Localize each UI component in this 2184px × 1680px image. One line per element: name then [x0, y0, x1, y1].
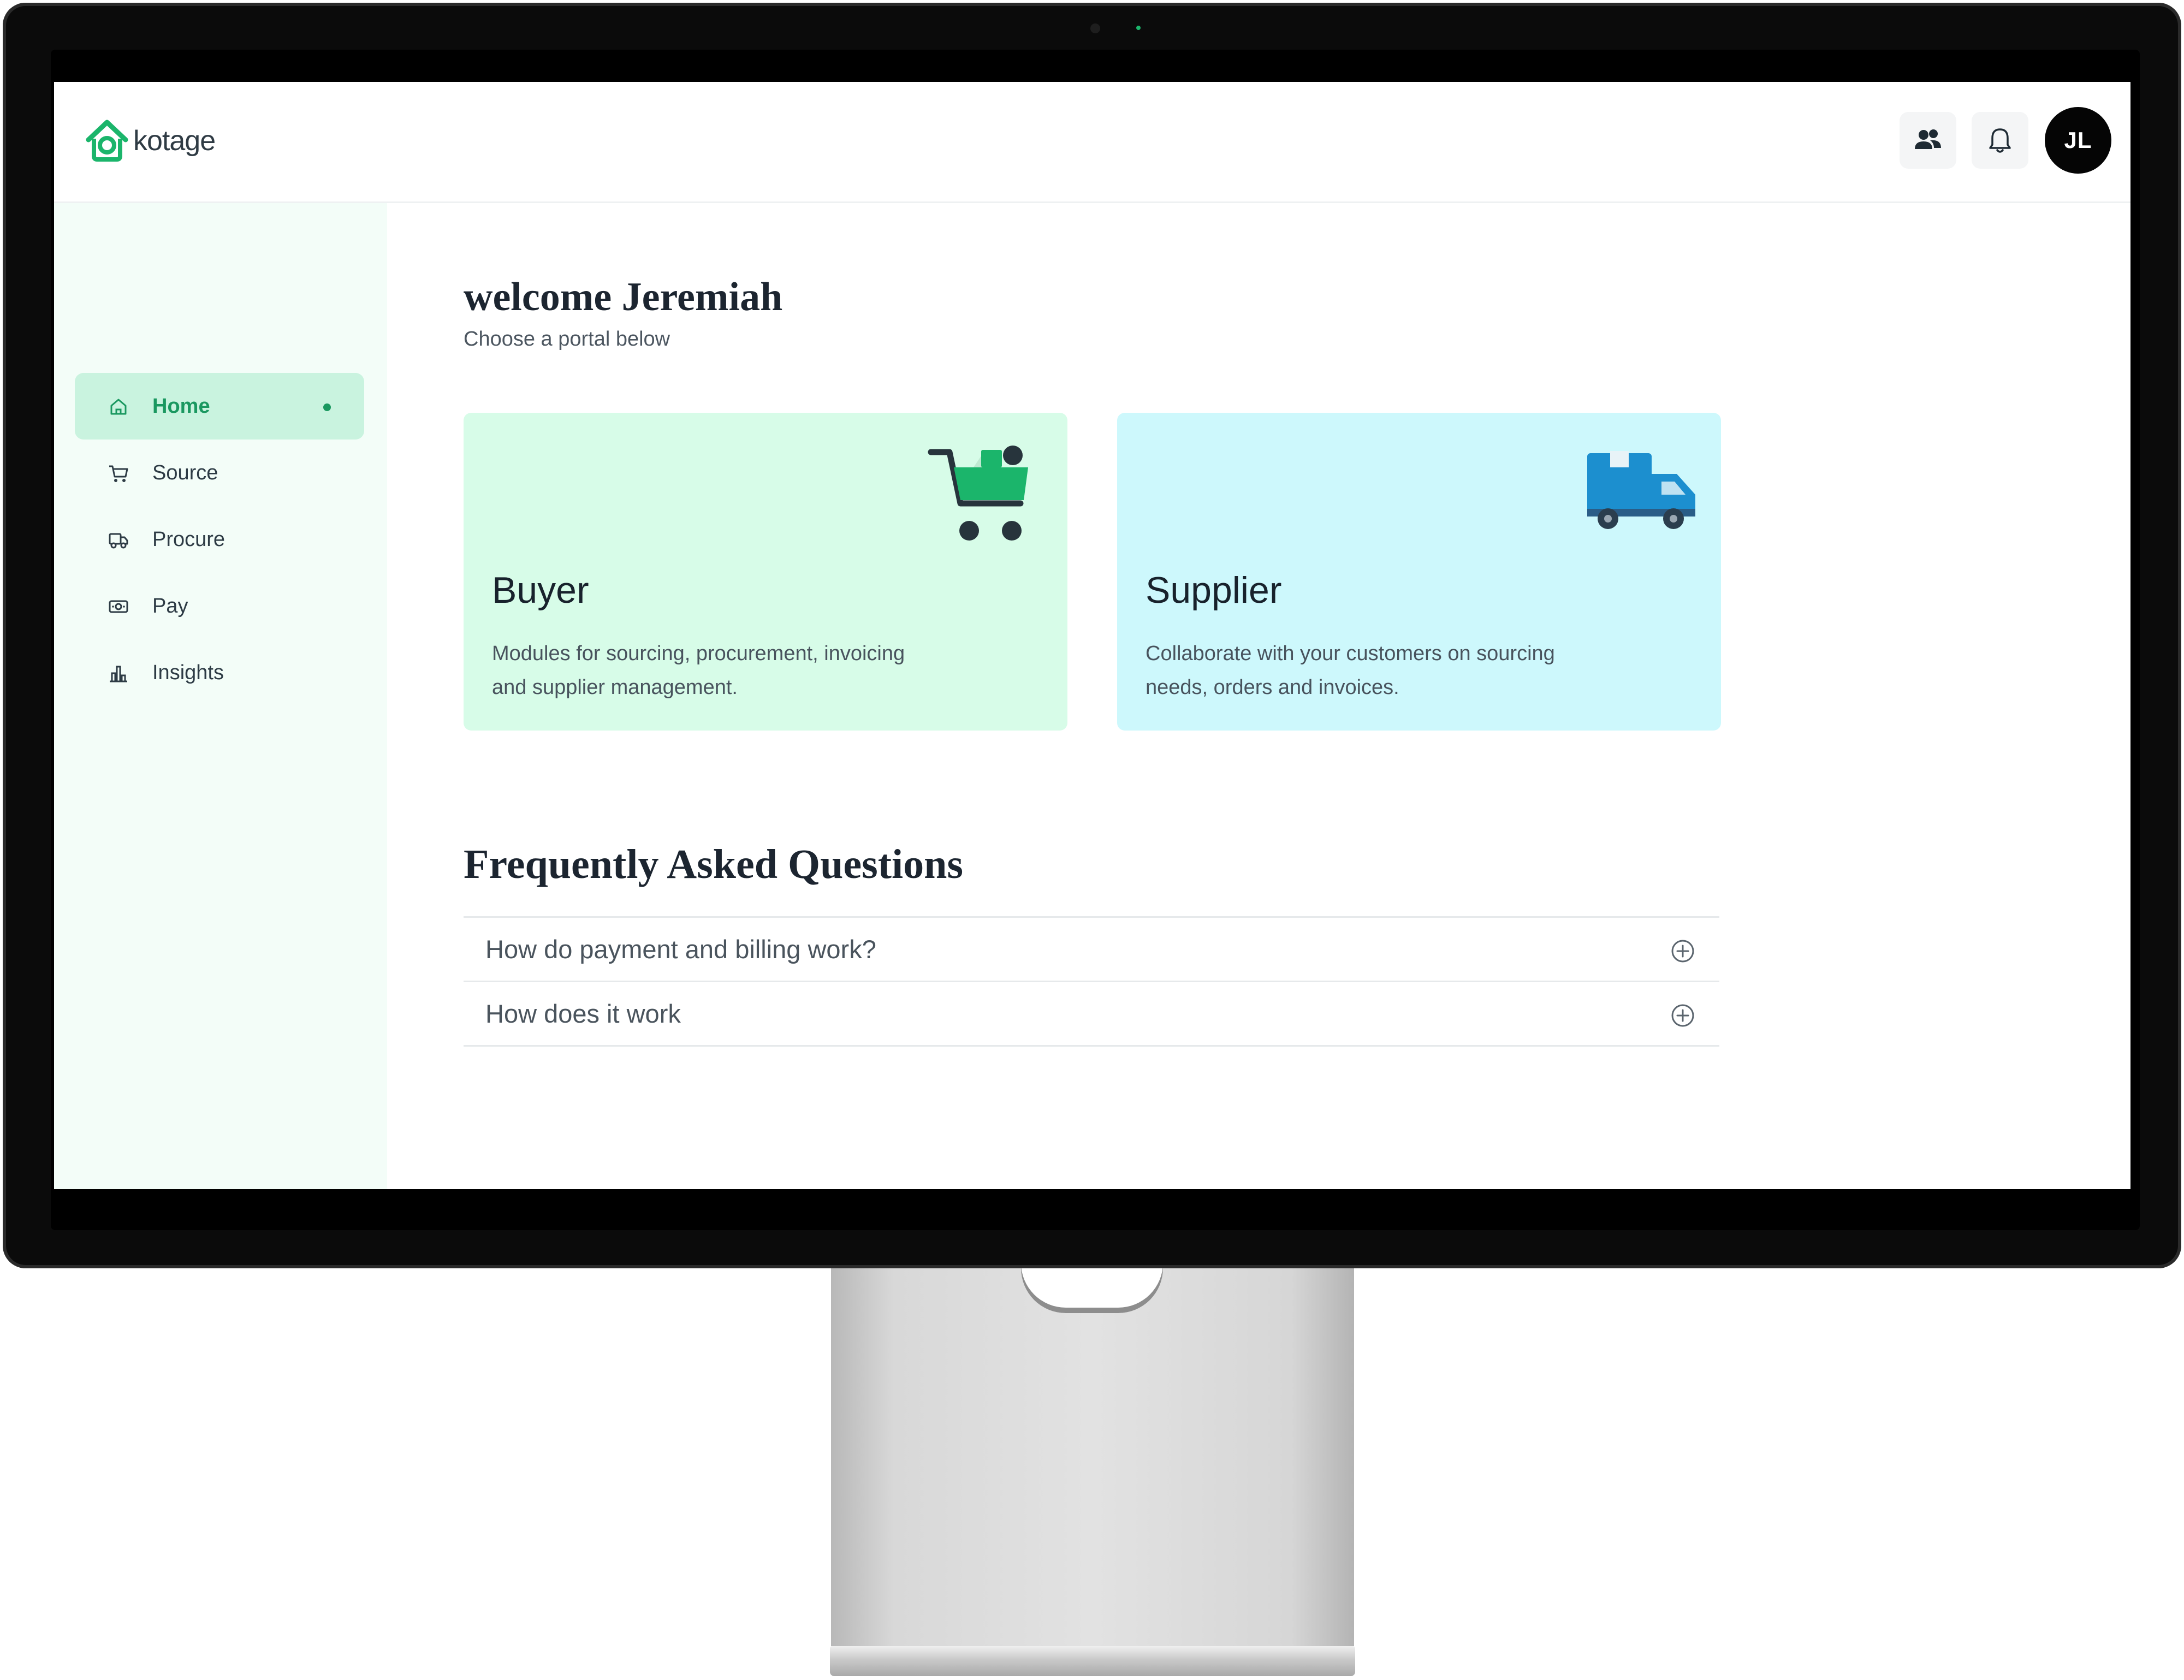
faq-list: How do payment and billing work? How doe… — [464, 916, 1719, 1047]
cart-icon — [109, 465, 128, 482]
sidebar-item-label: Source — [152, 461, 218, 484]
sidebar-item-procure[interactable]: Procure — [75, 506, 364, 573]
bar-chart-icon — [110, 666, 127, 682]
sidebar-item-label: Pay — [152, 594, 188, 618]
user-avatar[interactable]: JL — [2045, 107, 2111, 174]
truck-icon — [1587, 451, 1695, 529]
monitor-stand — [831, 1268, 1354, 1646]
camera-icon — [1090, 23, 1100, 33]
plus-circle-icon[interactable] — [1670, 1003, 1695, 1028]
bell-icon — [1989, 128, 2011, 153]
sidebar-item-insights[interactable]: Insights — [75, 639, 364, 706]
delivery-icon — [109, 533, 128, 549]
faq-item[interactable]: How do payment and billing work? — [464, 918, 1719, 982]
sidebar: Home Source Procure Pay Insights — [54, 203, 387, 1189]
faq-title: Frequently Asked Questions — [464, 841, 963, 887]
faq-item[interactable]: How does it work — [464, 982, 1719, 1047]
faq-question: How does it work — [485, 999, 681, 1028]
house-logo-icon — [86, 120, 128, 162]
logo-text: kotage — [133, 125, 216, 157]
supplier-portal-card[interactable]: Supplier Collaborate with your customers… — [1117, 413, 1721, 731]
shopping-cart-icon — [928, 446, 1028, 541]
team-button[interactable] — [1900, 112, 1956, 169]
faq-question: How do payment and billing work? — [485, 935, 876, 964]
top-bar: kotage JL — [54, 82, 2130, 203]
active-indicator-dot — [323, 403, 331, 411]
monitor-mockup: kotage JL Home Source Procure Pay Insigh… — [0, 0, 2184, 1680]
notifications-button[interactable] — [1972, 112, 2028, 169]
card-description: Collaborate with your customers on sourc… — [1146, 642, 1555, 699]
main-content: welcome Jeremiah Choose a portal below B… — [464, 203, 2102, 1189]
home-icon — [110, 399, 127, 415]
sidebar-item-label: Procure — [152, 527, 225, 551]
card-title: Supplier — [1146, 569, 1282, 611]
plus-circle-icon[interactable] — [1670, 939, 1695, 964]
users-icon — [1915, 129, 1941, 149]
sidebar-item-home[interactable]: Home — [75, 373, 364, 440]
sidebar-item-label: Insights — [152, 661, 224, 684]
page-title: welcome Jeremiah — [464, 275, 783, 319]
page-subtitle: Choose a portal below — [464, 328, 670, 351]
card-title: Buyer — [492, 569, 589, 611]
stand-cutout — [1021, 1268, 1163, 1313]
logo[interactable]: kotage — [84, 118, 216, 164]
app-screen: kotage JL Home Source Procure Pay Insigh… — [54, 82, 2130, 1189]
sidebar-item-pay[interactable]: Pay — [75, 573, 364, 639]
stand-foot — [830, 1646, 1355, 1676]
card-description: Modules for sourcing, procurement, invoi… — [492, 642, 905, 699]
camera-led — [1136, 26, 1141, 30]
buyer-portal-card[interactable]: Buyer Modules for sourcing, procurement,… — [464, 413, 1067, 731]
sidebar-item-source[interactable]: Source — [75, 440, 364, 506]
sidebar-item-label: Home — [152, 394, 210, 418]
money-icon — [109, 600, 128, 613]
